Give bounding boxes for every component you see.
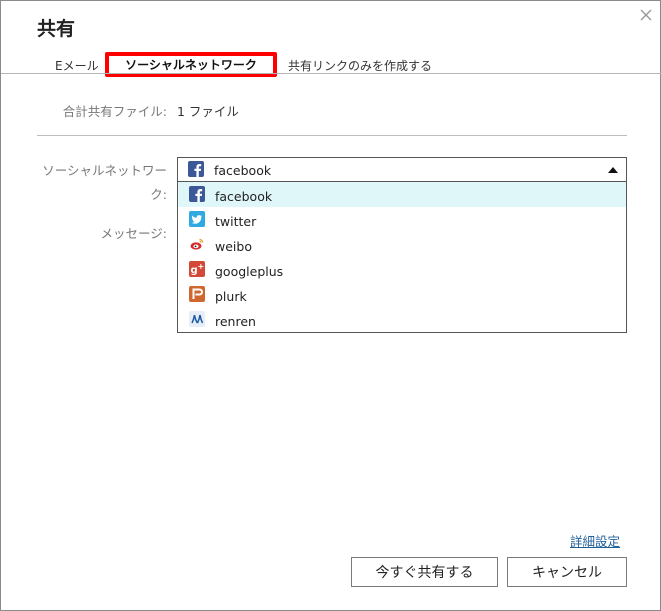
option-label: facebook: [215, 189, 273, 204]
social-network-dropdown: facebook twitter weibo g + googleplus plu…: [177, 182, 627, 333]
option-weibo[interactable]: weibo: [178, 232, 626, 257]
tab-email[interactable]: Eメール: [55, 57, 99, 74]
tab-social-network-label: ソーシャルネットワーク: [125, 58, 257, 72]
svg-text:+: +: [198, 262, 205, 271]
option-label: plurk: [215, 289, 247, 304]
option-renren[interactable]: renren: [178, 307, 626, 332]
facebook-icon: [188, 161, 204, 177]
share-now-button[interactable]: 今すぐ共有する: [351, 557, 498, 587]
section-divider: [37, 135, 627, 136]
option-label: renren: [215, 314, 256, 329]
close-icon[interactable]: [638, 7, 654, 23]
plurk-icon: [189, 286, 205, 302]
social-network-label: ソーシャルネットワーク:: [42, 163, 167, 202]
facebook-icon: [189, 186, 205, 202]
option-twitter[interactable]: twitter: [178, 207, 626, 232]
tab-share-link-only[interactable]: 共有リンクのみを作成する: [288, 57, 432, 74]
shared-files-label: 合計共有ファイル:: [62, 104, 167, 119]
dialog-title: 共有: [37, 18, 76, 40]
option-plurk[interactable]: plurk: [178, 282, 626, 307]
advanced-settings-link[interactable]: 詳細設定: [570, 531, 620, 550]
social-network-selected-value: facebook: [214, 163, 272, 178]
option-facebook[interactable]: facebook: [178, 182, 626, 207]
option-label: twitter: [215, 214, 257, 229]
twitter-icon: [189, 211, 205, 227]
tabs-divider: [1, 73, 661, 74]
caret-up-icon[interactable]: [608, 167, 618, 173]
shared-files-value: 1 ファイル: [177, 104, 239, 119]
option-googleplus[interactable]: g + googleplus: [178, 257, 626, 282]
social-network-select[interactable]: facebook: [177, 157, 627, 182]
option-label: weibo: [215, 239, 252, 254]
renren-icon: [189, 311, 205, 327]
option-label: googleplus: [215, 264, 284, 279]
cancel-button[interactable]: キャンセル: [507, 557, 627, 587]
share-dialog: 共有 Eメール ソーシャルネットワーク 共有リンクのみを作成する 合計共有ファイ…: [0, 0, 661, 611]
googleplus-icon: g +: [189, 261, 205, 277]
weibo-icon: [189, 236, 205, 252]
message-label: メッセージ:: [100, 226, 167, 241]
